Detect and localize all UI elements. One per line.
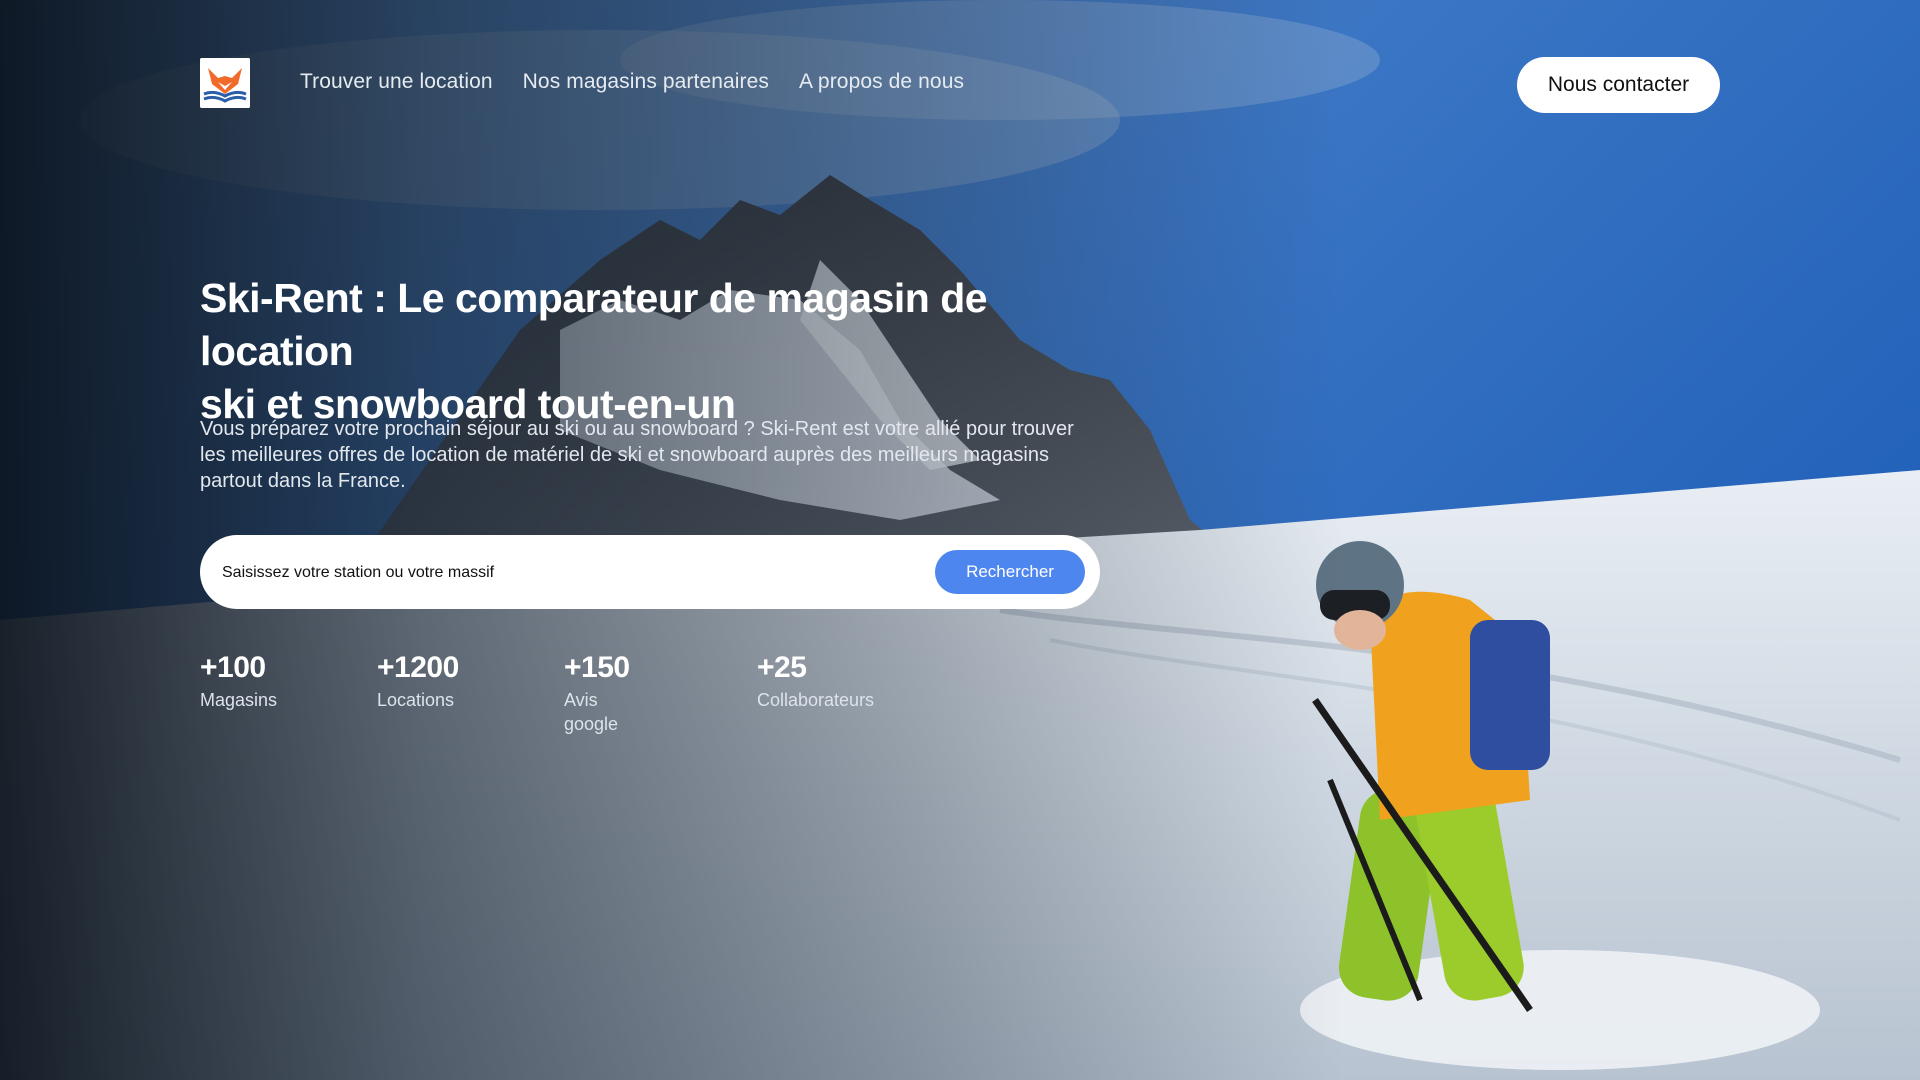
stat-value: +150 bbox=[564, 651, 630, 684]
search-bar: Rechercher bbox=[200, 535, 1100, 609]
stat-value: +100 bbox=[200, 651, 266, 684]
stat-label: Magasins bbox=[200, 690, 278, 710]
page-title: Ski-Rent : Le comparateur de magasin de … bbox=[200, 272, 1120, 431]
search-input[interactable] bbox=[220, 552, 904, 594]
stat-stores: +100 Magasins bbox=[200, 650, 277, 712]
nav-item-about[interactable]: A propos de nous bbox=[799, 70, 964, 94]
nav-item-find-rental[interactable]: Trouver une location bbox=[300, 70, 493, 94]
hero-description: Vous préparez votre prochain séjour au s… bbox=[200, 418, 1074, 492]
stat-collaborators: +25 Collaborateurs bbox=[757, 650, 874, 712]
main-nav: Trouver une location Nos magasins parten… bbox=[300, 70, 964, 94]
stat-value: +1200 bbox=[377, 651, 459, 684]
stat-label: Avis google bbox=[564, 690, 619, 734]
contact-button[interactable]: Nous contacter bbox=[1517, 57, 1720, 113]
title-line-1: Ski-Rent : Le comparateur de magasin de … bbox=[200, 275, 988, 374]
fox-book-logo-icon bbox=[200, 58, 250, 108]
stat-label: Collaborateurs bbox=[757, 690, 875, 710]
stat-google-reviews: +150 Avis google bbox=[564, 650, 630, 736]
stat-value: +25 bbox=[757, 651, 807, 684]
search-button[interactable]: Rechercher bbox=[935, 550, 1085, 594]
site-logo[interactable] bbox=[200, 58, 250, 108]
stat-label: Locations bbox=[377, 690, 455, 710]
nav-item-partner-stores[interactable]: Nos magasins partenaires bbox=[523, 70, 769, 94]
stat-rentals: +1200 Locations bbox=[377, 650, 459, 712]
